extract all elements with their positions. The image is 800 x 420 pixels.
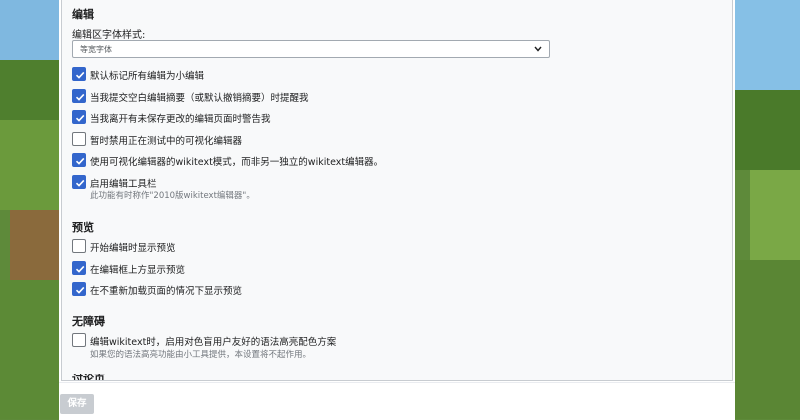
help-text: 此功能有时称作"2010版wikitext编辑器"。 [90,191,255,201]
checkbox-unchecked[interactable] [72,333,86,347]
checkbox-checked[interactable] [72,89,86,103]
help-text: 如果您的语法高亮功能由小工具提供，本设置将不起作用。 [90,350,312,360]
option-label: 启用编辑工具栏 [90,179,157,190]
checkbox-checked[interactable] [72,67,86,81]
checkbox-unchecked[interactable] [72,239,86,253]
option-label: 在不重新加载页面的情况下显示预览 [90,286,243,297]
option-label: 默认标记所有编辑为小编辑 [90,71,205,82]
preferences-footer: 保存 [59,382,735,420]
checkbox-checked[interactable] [72,282,86,296]
checkbox-checked[interactable] [72,261,86,275]
checkbox-checked[interactable] [72,110,86,124]
section-title-accessibility: 无障碍 [72,315,105,328]
checkbox-checked[interactable] [72,175,86,189]
option-label: 暂时禁用正在测试中的可视化编辑器 [90,136,243,147]
option-label: 编辑wikitext时，启用对色盲用户友好的语法高亮配色方案 [90,337,337,348]
preferences-container: 编辑 编辑区字体样式: 等宽字体 默认标记所有编辑为小编辑 当我提交空白编辑摘要… [59,0,735,419]
option-label: 开始编辑时显示预览 [90,243,176,254]
section-title-preview: 预览 [72,221,94,234]
section-title-editing: 编辑 [72,8,94,21]
save-button[interactable]: 保存 [60,394,94,414]
option-label: 当我离开有未保存更改的编辑页面时警告我 [90,114,271,125]
chevron-down-icon [534,46,542,52]
option-label: 在编辑框上方显示预览 [90,265,186,276]
checkbox-checked[interactable] [72,153,86,167]
font-style-select-value: 等宽字体 [80,45,112,54]
option-label: 使用可视化编辑器的wikitext模式，而非另一独立的wikitext编辑器。 [90,157,384,168]
section-title-talk: 讨论页 [72,374,105,380]
preferences-panel: 编辑 编辑区字体样式: 等宽字体 默认标记所有编辑为小编辑 当我提交空白编辑摘要… [61,0,733,381]
font-style-label: 编辑区字体样式: [72,30,146,41]
font-style-select[interactable]: 等宽字体 [72,40,550,58]
checkbox-unchecked[interactable] [72,132,86,146]
option-label: 当我提交空白编辑摘要（或默认撤销摘要）时提醒我 [90,93,309,104]
